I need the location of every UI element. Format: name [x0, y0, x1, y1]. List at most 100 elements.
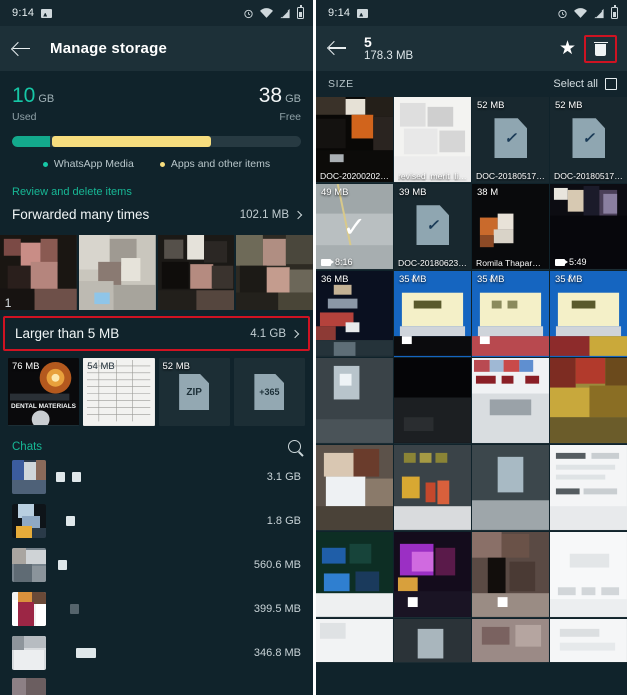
- chat-name-placeholder: [56, 648, 96, 658]
- grid-cell[interactable]: [472, 358, 549, 444]
- grid-cell[interactable]: ✓ 39 MB DOC-20180623…: [394, 184, 471, 270]
- chat-row[interactable]: 3.1 GB: [0, 455, 313, 499]
- grid-cell[interactable]: 5:49: [550, 184, 627, 270]
- back-arrow-icon[interactable]: [12, 39, 32, 59]
- grid-cell-size: 39 MB: [399, 187, 427, 198]
- legend-item-apps: Apps and other items: [159, 158, 270, 170]
- grid-cell[interactable]: 38 M Romila Thapar…: [472, 184, 549, 270]
- thumbnail-image[interactable]: 1: [0, 235, 77, 310]
- grid-cell[interactable]: ✓ 52 MB DOC-20180517…: [550, 97, 627, 183]
- thumbnail-image[interactable]: [78, 235, 156, 310]
- legend-label-media: WhatsApp Media: [53, 158, 134, 170]
- media-grid: DOC-20200202… revised_merit_li… ✓ 52 MB …: [316, 97, 627, 663]
- grid-cell[interactable]: ℓ 35 MB: [394, 271, 471, 357]
- grid-cell[interactable]: [316, 445, 393, 531]
- grid-cell-name: revised_merit_li…: [398, 171, 467, 181]
- grid-cell[interactable]: 36 MB: [316, 271, 393, 357]
- grid-cell[interactable]: revised_merit_li…: [394, 97, 471, 183]
- forwarded-many-times-row[interactable]: Forwarded many times 102.1 MB: [0, 198, 313, 232]
- grid-cell[interactable]: [394, 532, 471, 618]
- grid-cell[interactable]: ℓ 35 MB: [472, 271, 549, 357]
- chat-row[interactable]: 399.5 MB: [0, 587, 313, 631]
- star-icon[interactable]: ★: [559, 39, 576, 58]
- file-tile-caption: DENTAL MATERIALS: [11, 403, 76, 410]
- overflow-tile[interactable]: +365: [233, 358, 305, 426]
- app-bar-left: Manage storage: [0, 26, 313, 71]
- status-bar-right: 9:14: [316, 0, 627, 26]
- delete-button-highlight[interactable]: [584, 34, 617, 63]
- file-tile[interactable]: 76 MB DENTAL MATERIALS: [8, 358, 80, 426]
- storage-used: 10 GB Used: [12, 85, 54, 123]
- sort-size-label[interactable]: SIZE: [328, 78, 354, 90]
- grid-cell-name: Romila Thapar…: [476, 258, 541, 268]
- review-hint-label: Review and delete items: [12, 186, 132, 198]
- chat-name-placeholder: [56, 472, 81, 482]
- grid-cell[interactable]: [550, 358, 627, 444]
- chat-name-placeholder: [56, 560, 67, 570]
- video-duration-label: 8:16: [335, 257, 353, 267]
- photo-icon: [41, 8, 53, 18]
- signal-icon: [280, 8, 290, 18]
- storage-summary: 10 GB Used 38 GB Free: [0, 71, 313, 123]
- grid-cell-size: 35 MB: [399, 274, 427, 285]
- thumbnail-image[interactable]: [236, 235, 313, 310]
- alarm-icon: [244, 9, 253, 18]
- search-icon[interactable]: [288, 440, 301, 453]
- chat-row[interactable]: [0, 675, 313, 695]
- free-value: 38: [258, 84, 283, 107]
- chats-title: Chats: [12, 440, 43, 453]
- video-duration-label: 5:49: [569, 257, 587, 267]
- grid-cell[interactable]: [394, 358, 471, 444]
- photo-icon: [357, 8, 369, 18]
- grid-cell[interactable]: [472, 532, 549, 618]
- chat-size: 3.1 GB: [266, 471, 301, 483]
- select-all-control[interactable]: Select all: [553, 78, 617, 90]
- status-bar-left: 9:14: [0, 0, 313, 26]
- chat-row[interactable]: 346.8 MB: [0, 631, 313, 675]
- video-duration: 5:49: [555, 257, 587, 267]
- thumbnail-image[interactable]: [157, 235, 235, 310]
- file-tile-size: 54 MB: [87, 361, 115, 372]
- grid-cell[interactable]: [394, 445, 471, 531]
- chat-size: 399.5 MB: [253, 603, 301, 615]
- grid-cell[interactable]: [316, 532, 393, 618]
- used-unit: GB: [38, 93, 55, 105]
- grid-cell[interactable]: [550, 619, 627, 663]
- battery-icon: [297, 5, 304, 19]
- video-duration: 8:16: [321, 257, 353, 267]
- grid-cell[interactable]: ℓ 35 MB: [550, 271, 627, 357]
- status-time: 9:14: [328, 7, 351, 19]
- chat-size: 560.6 MB: [253, 559, 301, 571]
- file-tile[interactable]: ZIP 52 MB: [158, 358, 230, 426]
- grid-cell[interactable]: ✓ 52 MB DOC-20180517…: [472, 97, 549, 183]
- selection-summary: 5 178.3 MB: [364, 34, 413, 64]
- larger-size: 4.1 GB: [250, 327, 286, 340]
- avatar: [12, 592, 46, 626]
- grid-cell-selected[interactable]: ✓ 49 MB 8:16: [316, 184, 393, 270]
- grid-cell[interactable]: DOC-20200202…: [316, 97, 393, 183]
- video-camera-icon: [555, 258, 568, 266]
- grid-cell[interactable]: [550, 532, 627, 618]
- alarm-icon: [558, 9, 567, 18]
- legend-dot-apps: [159, 161, 165, 167]
- signature-mark-icon: ✓: [582, 130, 595, 148]
- back-arrow-icon[interactable]: [328, 38, 348, 58]
- grid-cell[interactable]: [316, 619, 393, 663]
- larger-than-5mb-row[interactable]: Larger than 5 MB 4.1 GB: [5, 318, 308, 349]
- file-tile-size: 76 MB: [12, 361, 40, 372]
- grid-cell[interactable]: [550, 445, 627, 531]
- grid-cell[interactable]: [394, 619, 471, 663]
- chat-row[interactable]: 560.6 MB: [0, 543, 313, 587]
- battery-icon: [611, 5, 618, 19]
- grid-cell[interactable]: [472, 445, 549, 531]
- chat-name-placeholder: [56, 516, 75, 526]
- file-tile[interactable]: 54 MB: [83, 358, 155, 426]
- manage-storage-screen: 9:14 Manage storage 10 GB Used 38 GB Fre…: [0, 0, 313, 695]
- storage-segment-apps: [51, 136, 211, 147]
- grid-cell[interactable]: [472, 619, 549, 663]
- avatar: [12, 504, 46, 538]
- select-all-checkbox[interactable]: [605, 78, 617, 90]
- chat-row[interactable]: 1.8 GB: [0, 499, 313, 543]
- grid-cell[interactable]: [316, 358, 393, 444]
- video-camera-icon: [321, 258, 334, 266]
